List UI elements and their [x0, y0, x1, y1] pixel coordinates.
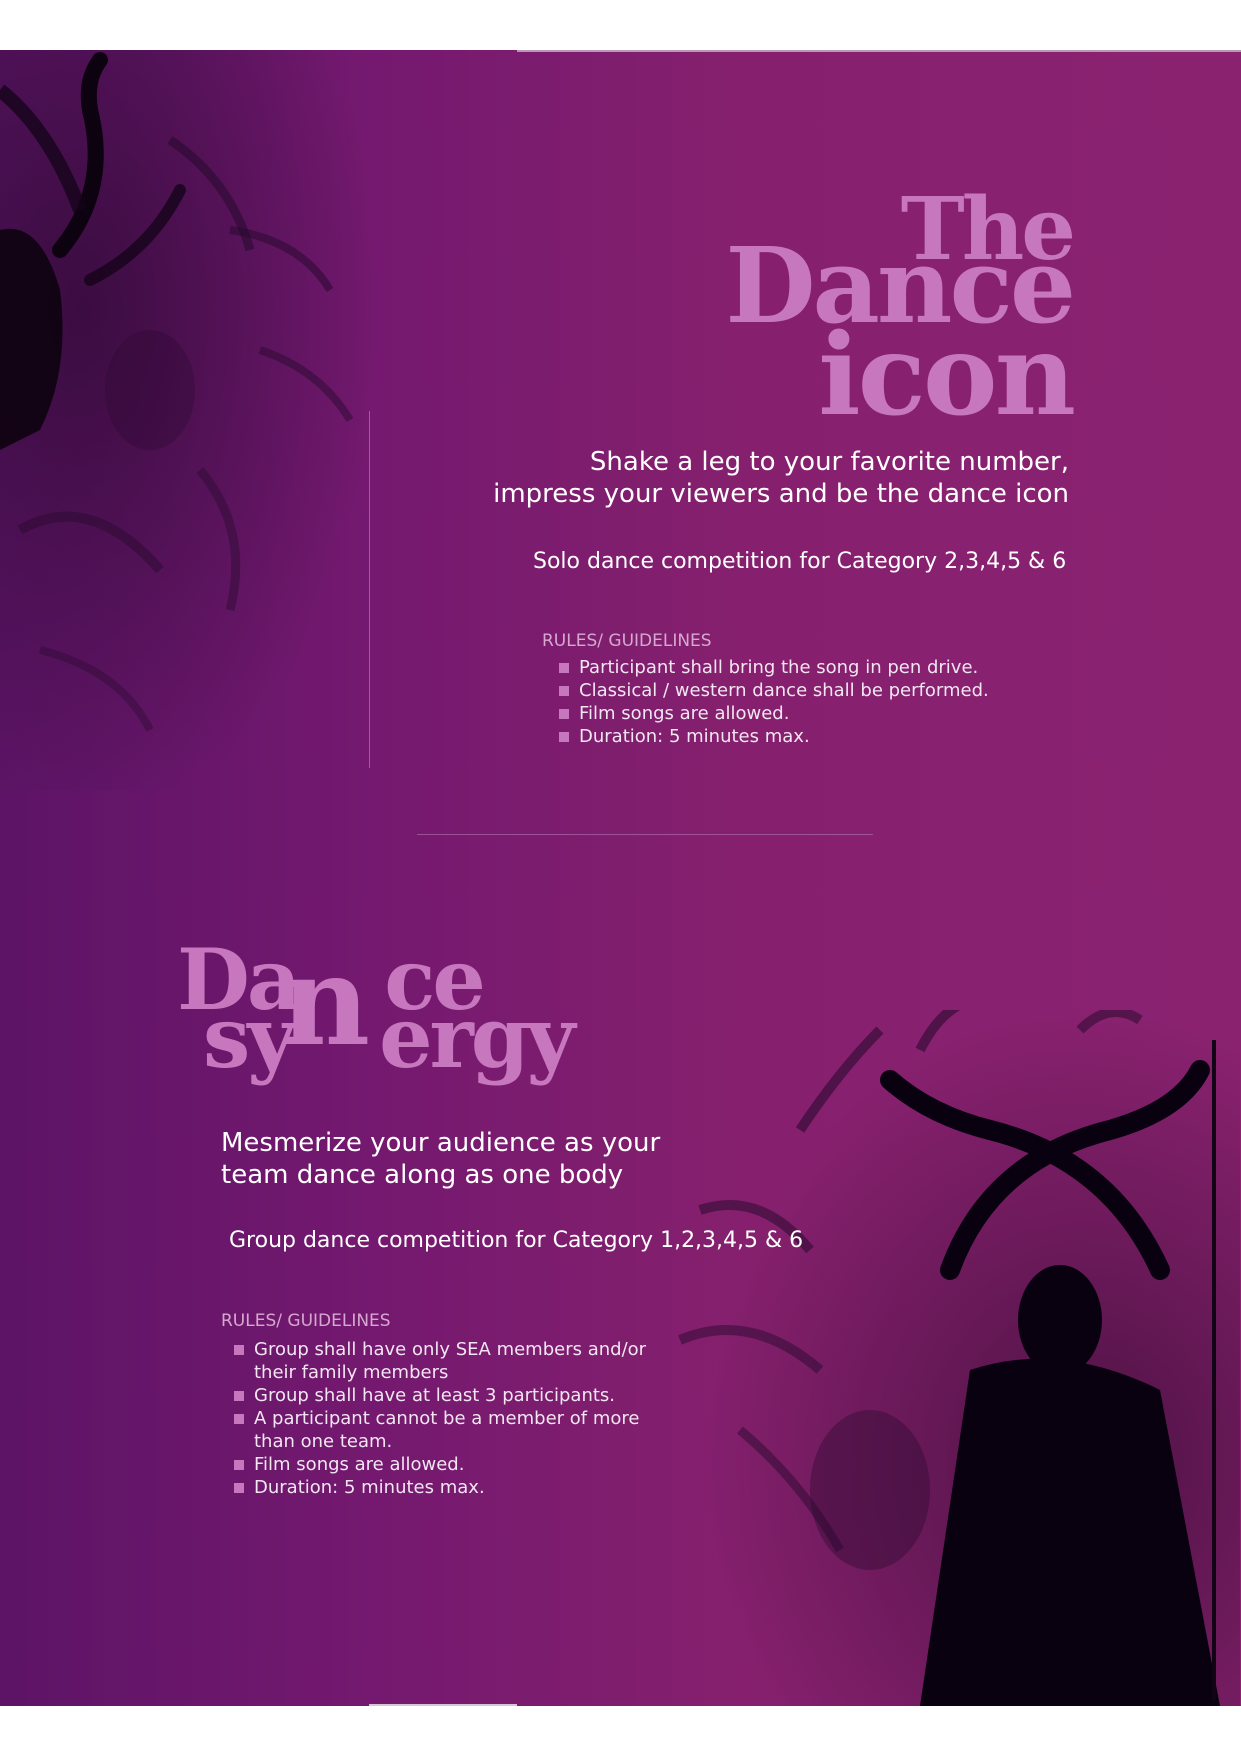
bullet-square-icon	[234, 1460, 244, 1470]
list-item: Film songs are allowed.	[557, 702, 1057, 725]
list-item: Classical / western dance shall be perfo…	[557, 679, 1057, 702]
list-item: Film songs are allowed.	[232, 1453, 672, 1476]
right-edge-bar	[1212, 1040, 1216, 1700]
bullet-square-icon	[559, 709, 569, 719]
group-tagline: Mesmerize your audience as your team dan…	[221, 1127, 721, 1191]
solo-tagline-line1: Shake a leg to your favorite number,	[589, 447, 1069, 477]
solo-rules-heading: RULES/ GUIDELINES	[542, 631, 712, 651]
top-divider	[517, 50, 1241, 52]
solo-rules-list: Participant shall bring the song in pen …	[557, 656, 1057, 748]
horizontal-divider	[417, 834, 873, 835]
list-item: A participant cannot be a member of more…	[232, 1407, 672, 1453]
list-item: Duration: 5 minutes max.	[557, 725, 1057, 748]
bullet-square-icon	[559, 663, 569, 673]
vertical-divider	[369, 411, 370, 768]
group-rules-list: Group shall have only SEA members and/or…	[232, 1338, 672, 1499]
bullet-square-icon	[234, 1483, 244, 1493]
list-item: Participant shall bring the song in pen …	[557, 656, 1057, 679]
bullet-square-icon	[234, 1345, 244, 1355]
group-tagline-line2: team dance along as one body	[221, 1160, 624, 1190]
title-dance-synergy-bottom: sy ergy	[203, 988, 575, 1087]
bullet-square-icon	[559, 686, 569, 696]
group-category: Group dance competition for Category 1,2…	[229, 1228, 804, 1253]
solo-tagline: Shake a leg to your favorite number, imp…	[449, 446, 1069, 510]
list-item: Group shall have only SEA members and/or…	[232, 1338, 672, 1384]
bottom-divider	[369, 1704, 517, 1706]
bullet-square-icon	[234, 1391, 244, 1401]
bullet-square-icon	[559, 732, 569, 742]
group-rules-heading: RULES/ GUIDELINES	[221, 1311, 391, 1331]
solo-category: Solo dance competition for Category 2,3,…	[533, 549, 1067, 574]
bullet-square-icon	[234, 1414, 244, 1424]
list-item: Duration: 5 minutes max.	[232, 1476, 672, 1499]
list-item: Group shall have at least 3 participants…	[232, 1384, 672, 1407]
group-tagline-line1: Mesmerize your audience as your	[221, 1128, 661, 1158]
title-icon-word: icon	[818, 310, 1076, 441]
solo-tagline-line2: impress your viewers and be the dance ic…	[493, 479, 1069, 509]
